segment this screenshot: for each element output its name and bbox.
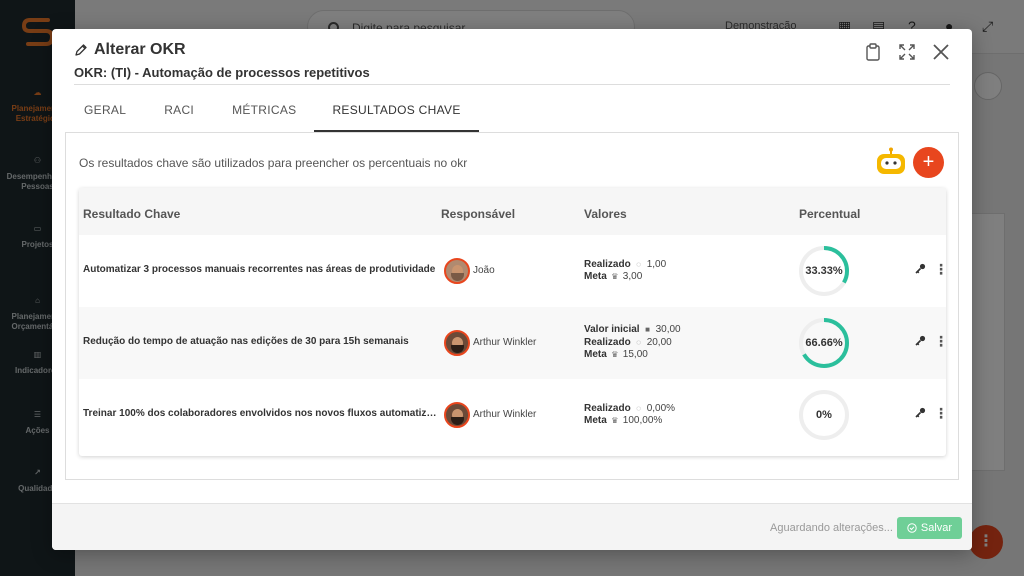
table-row[interactable]: Treinar 100% dos colaboradores envolvido…: [79, 379, 948, 451]
key-icon[interactable]: [915, 263, 927, 277]
key-result-name: Redução do tempo de atuação nas edições …: [83, 336, 409, 347]
row-menu-icon[interactable]: ⋮: [934, 332, 948, 350]
responsible-name: Arthur Winkler: [473, 409, 537, 420]
close-icon: [933, 44, 949, 60]
save-status: Aguardando alterações...: [770, 522, 893, 534]
values-cell: Realizado ◌ 1,00 Meta ♛ 3,00: [584, 259, 666, 284]
square-check-icon: ■: [645, 325, 651, 335]
value-label: Meta: [584, 271, 607, 282]
check-circle-icon: ◌: [636, 337, 642, 347]
header-resultado-chave: Resultado Chave: [83, 207, 181, 221]
percent-label: 66.66%: [805, 337, 843, 349]
save-label: Salvar: [920, 522, 953, 534]
tab-bar: GERAL RACI MÉTRICAS RESULTADOS CHAVE: [66, 89, 479, 132]
tab-raci[interactable]: RACI: [144, 89, 214, 132]
tab-metricas[interactable]: MÉTRICAS: [214, 89, 314, 132]
check-circle-icon: [907, 523, 917, 533]
value-line: Meta ♛ 100,00%: [584, 415, 675, 428]
value-label: Realizado: [584, 336, 631, 348]
value-line: Valor inicial ■ 30,00: [584, 324, 681, 337]
table-row[interactable]: Redução do tempo de atuação nas edições …: [79, 307, 948, 379]
value-number: 100,00%: [622, 415, 663, 426]
percent-label: 33.33%: [805, 265, 843, 277]
check-circle-icon: ◌: [636, 403, 642, 413]
responsible-name: Arthur Winkler: [473, 337, 537, 348]
key-results-table: Resultado Chave Responsável Valores Perc…: [79, 188, 948, 456]
value-number: 30,00: [655, 324, 681, 336]
trophy-icon: ♛: [611, 350, 619, 360]
expand-icon: [899, 44, 915, 60]
pencil-icon: [75, 44, 87, 56]
value-number: 20,00: [646, 336, 672, 348]
values-cell: Valor inicial ■ 30,00 Realizado ◌ 20,00 Meta ♛ 1…: [584, 324, 681, 362]
trophy-icon: ♛: [611, 416, 619, 425]
value-label: Meta: [584, 415, 607, 426]
add-key-result-button[interactable]: +: [913, 147, 944, 178]
row-menu-icon[interactable]: ⋮: [934, 404, 948, 422]
value-number: 15,00: [622, 349, 648, 361]
value-label: Realizado: [584, 402, 631, 414]
key-icon[interactable]: [915, 407, 927, 421]
tab-geral[interactable]: GERAL: [66, 89, 144, 132]
check-circle-icon: ◌: [636, 259, 642, 269]
close-button[interactable]: [930, 41, 952, 63]
header-valores: Valores: [584, 207, 627, 221]
divider: [74, 84, 950, 85]
modal-title: Alterar OKR: [74, 41, 186, 59]
key-icon[interactable]: [915, 335, 927, 349]
avatar: [444, 402, 470, 428]
value-number: 1,00: [646, 258, 667, 270]
value-line: Realizado ◌ 0,00%: [584, 403, 675, 416]
avatar: [444, 258, 470, 284]
avatar: [444, 330, 470, 356]
value-line: Meta ♛ 15,00: [584, 349, 681, 362]
value-line: Meta ♛ 3,00: [584, 271, 666, 284]
robot-assistant-icon[interactable]: [874, 147, 908, 177]
info-text: Os resultados chave são utilizados para …: [79, 156, 468, 170]
modal-footer: Aguardando alterações... Salvar: [52, 503, 972, 550]
clipboard-icon: [866, 43, 880, 61]
values-cell: Realizado ◌ 0,00% Meta ♛ 100,00%: [584, 403, 675, 428]
table-row[interactable]: Automatizar 3 processos manuais recorren…: [79, 235, 948, 307]
header-responsavel: Responsável: [441, 207, 516, 221]
modal-title-text: Alterar OKR: [94, 41, 186, 58]
percent-label: 0%: [816, 409, 832, 421]
responsible-name: João: [473, 265, 495, 276]
key-results-panel: Os resultados chave são utilizados para …: [65, 132, 959, 480]
row-menu-icon[interactable]: ⋮: [934, 260, 948, 278]
header-percentual: Percentual: [799, 207, 861, 221]
value-label: Valor inicial: [584, 324, 640, 336]
value-label: Meta: [584, 349, 607, 361]
modal-subtitle: OKR: (TI) - Automação de processos repet…: [74, 65, 370, 80]
key-result-name: Treinar 100% dos colaboradores envolvido…: [83, 408, 437, 419]
edit-okr-modal: Alterar OKR OKR: (TI) - Automação de pro…: [52, 29, 972, 550]
expand-button[interactable]: [896, 41, 918, 63]
value-line: Realizado ◌ 1,00: [584, 259, 666, 272]
tab-resultados-chave[interactable]: RESULTADOS CHAVE: [314, 89, 479, 132]
clipboard-button[interactable]: [862, 41, 884, 63]
table-header: Resultado Chave Responsável Valores Perc…: [79, 188, 946, 235]
save-button[interactable]: Salvar: [897, 517, 962, 539]
value-line: Realizado ◌ 20,00: [584, 337, 681, 350]
value-number: 3,00: [622, 271, 643, 282]
key-result-name: Automatizar 3 processos manuais recorren…: [83, 264, 436, 275]
value-label: Realizado: [584, 258, 631, 270]
value-number: 0,00%: [646, 402, 676, 414]
trophy-icon: ♛: [611, 272, 619, 281]
